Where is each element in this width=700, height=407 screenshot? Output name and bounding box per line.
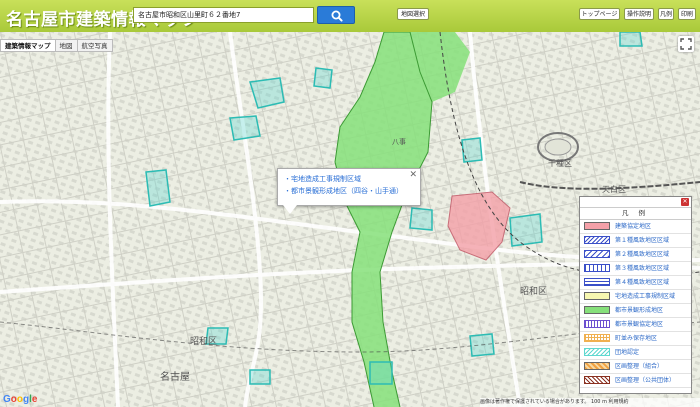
copyright-text[interactable]: 画像は著作権で保護されている場合があります。 100 m 利用規約	[480, 398, 700, 407]
legend-swatch	[584, 362, 610, 370]
popup-close-icon[interactable]: ✕	[409, 170, 417, 180]
legend-item: 区画整理（公共団体）	[580, 374, 691, 388]
legend-item: 第４種風致地区区域	[580, 276, 691, 290]
tab-map[interactable]: 地図	[54, 39, 78, 52]
manual-button[interactable]: 操作説明	[624, 8, 654, 20]
popup-tail	[283, 205, 297, 214]
legend-item-label[interactable]: 団地認定	[615, 346, 639, 359]
map-footer: Google 画像は著作権で保護されている場合があります。 100 m 利用規約	[0, 394, 700, 407]
legend-list: 建築協定地区 第１種風致地区区域 第２種風致地区区域 第３種風致地区区域 第４種風致地区…	[580, 220, 691, 388]
legend-swatch	[584, 250, 610, 258]
legend-swatch	[584, 306, 610, 314]
legend-item-label[interactable]: 都市景観協定地区	[615, 318, 663, 331]
legend-swatch	[584, 348, 610, 356]
map-label-showa-ku: 昭和区	[520, 286, 547, 297]
popup-line-1[interactable]: ・宅地造成工事規制区域	[284, 173, 414, 185]
map-label-tempaku: 天白区	[602, 184, 626, 194]
search-button[interactable]	[317, 6, 355, 24]
tab-building-info-map[interactable]: 建築情報マップ	[0, 39, 56, 52]
legend-item-label[interactable]: 町並み保存地区	[615, 332, 657, 345]
legend-title: 凡 例	[580, 208, 691, 220]
header-bar: 名古屋市建築情報マップ 地図選択 トップページ 操作説明 凡例 印刷	[0, 0, 700, 32]
legend-item-label[interactable]: 宅地造成工事規制区域	[615, 290, 675, 303]
legend-item: 町並み保存地区	[580, 332, 691, 346]
legend-swatch	[584, 222, 610, 230]
map-label-showa-2: 昭和区	[190, 336, 217, 347]
legend-swatch	[584, 334, 610, 342]
legend-item-label[interactable]: 建築協定地区	[615, 220, 651, 233]
map-label-chikusa: 千種区	[548, 158, 572, 168]
search-icon	[331, 10, 343, 22]
legend-item-label[interactable]: 都市景観形成地区	[615, 304, 663, 317]
legend-close-icon[interactable]: ✕	[681, 198, 689, 206]
legend-item: 建築協定地区	[580, 220, 691, 234]
legend-item: 都市景観協定地区	[580, 318, 691, 332]
legend-item-label[interactable]: 第２種風致地区区域	[615, 248, 669, 261]
legend-item: 第２種風致地区区域	[580, 248, 691, 262]
legend-item: 区画整理（組合）	[580, 360, 691, 374]
legend-swatch	[584, 320, 610, 328]
fullscreen-icon	[680, 38, 692, 50]
legend-item: 団地認定	[580, 346, 691, 360]
google-logo[interactable]: Google	[3, 394, 37, 405]
legend-item-label[interactable]: 第４種風致地区区域	[615, 276, 669, 289]
address-search-input[interactable]	[133, 7, 314, 23]
legend-swatch	[584, 264, 610, 272]
map-type-tabs: 建築情報マップ 地図 航空写真	[0, 39, 113, 52]
legend-header: ✕	[580, 197, 691, 208]
legend-panel: ✕ 凡 例 建築協定地区 第１種風致地区区域 第２種風致地区区域 第３種風致地区区域第…	[579, 196, 692, 394]
popup-line-2[interactable]: ・都市景観形成地区（四谷・山手通）	[284, 185, 414, 197]
legend-item-label[interactable]: 区画整理（公共団体）	[615, 374, 675, 387]
legend-swatch	[584, 278, 610, 286]
info-popup: ・宅地造成工事規制区域 ・都市景観形成地区（四谷・山手通） ✕	[277, 168, 421, 206]
legend-item: 都市景観形成地区	[580, 304, 691, 318]
legend-item: 第１種風致地区区域	[580, 234, 691, 248]
top-page-button[interactable]: トップページ	[579, 8, 620, 20]
legend-item: 宅地造成工事規制区域	[580, 290, 691, 304]
legend-swatch	[584, 292, 610, 300]
legend-swatch	[584, 376, 610, 384]
legend-item-label[interactable]: 区画整理（組合）	[615, 360, 663, 373]
legend-item-label[interactable]: 第３種風致地区区域	[615, 262, 669, 275]
print-button[interactable]: 印刷	[678, 8, 696, 20]
app-window: 昭和区 天白区 名古屋 八事 千種区 昭和区 名古屋市建築情報マップ 地図選択 …	[0, 0, 700, 407]
legend-item-label[interactable]: 第１種風致地区区域	[615, 234, 669, 247]
legend-item: 第３種風致地区区域	[580, 262, 691, 276]
map-label-yagoto: 八事	[392, 137, 406, 146]
fullscreen-button[interactable]	[678, 36, 694, 52]
tab-aerial-photo[interactable]: 航空写真	[76, 39, 113, 52]
map-select-button[interactable]: 地図選択	[397, 8, 429, 20]
legend-swatch	[584, 236, 610, 244]
map-label-nagoya: 名古屋	[160, 370, 190, 383]
legend-button[interactable]: 凡例	[658, 8, 674, 20]
